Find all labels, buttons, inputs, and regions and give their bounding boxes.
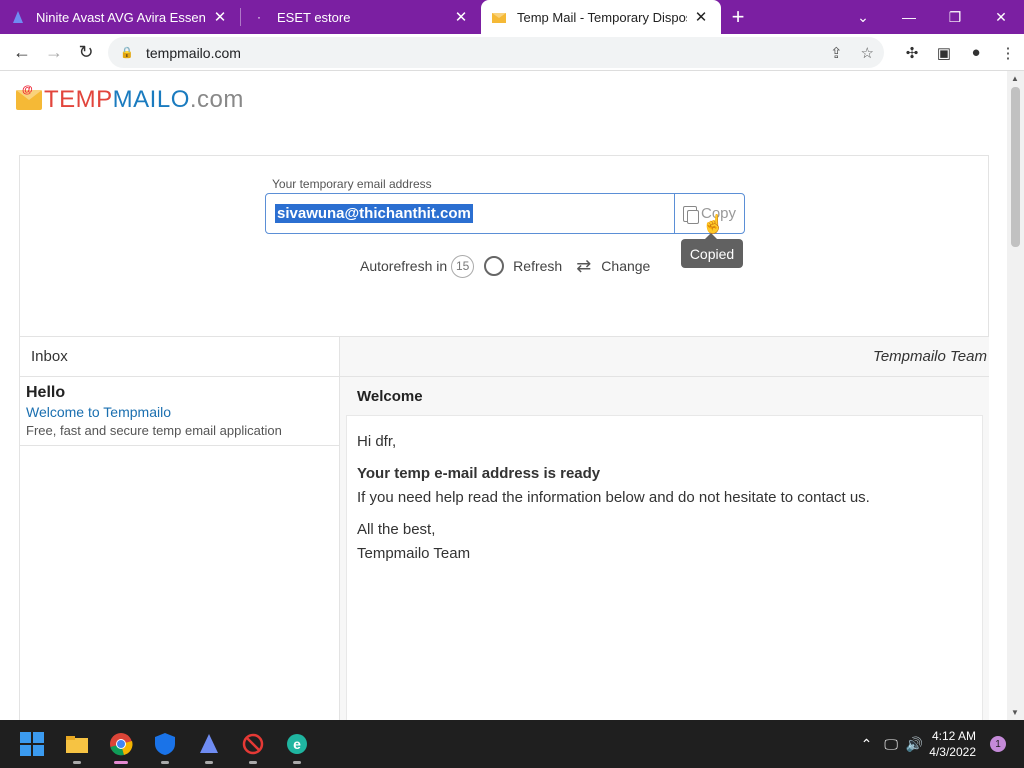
menu-icon[interactable]: ⋮ bbox=[992, 37, 1024, 69]
side-panel-icon[interactable]: ▣ bbox=[928, 37, 960, 69]
copied-tooltip: Copied bbox=[681, 233, 743, 268]
page-scrollbar[interactable]: ▲ ▼ bbox=[1007, 71, 1024, 720]
eset-icon[interactable]: e bbox=[281, 728, 313, 764]
tab-strip: Ninite Avast AVG Avira Essentials ✕ · ES… bbox=[0, 0, 1024, 34]
copy-icon bbox=[682, 205, 699, 224]
autorefresh-counter: 15 bbox=[451, 254, 475, 278]
running-indicator bbox=[161, 761, 169, 764]
clock[interactable]: 4:12 AM 4/3/2022 bbox=[929, 728, 976, 760]
reader-subject: Welcome bbox=[357, 387, 423, 405]
tab-eset[interactable]: · ESET estore ✕ bbox=[241, 0, 481, 34]
refresh-button[interactable]: Refresh bbox=[513, 258, 562, 274]
volume-icon[interactable]: 🔊 bbox=[906, 736, 923, 753]
share-icon[interactable]: ⇪ bbox=[830, 44, 843, 62]
running-indicator bbox=[73, 761, 81, 764]
swap-icon[interactable]: ⇄ bbox=[576, 256, 591, 277]
email-field[interactable]: sivawuna@thichanthit.com Copy bbox=[265, 193, 745, 234]
tempmail-icon bbox=[491, 9, 507, 25]
close-tab-icon[interactable]: ✕ bbox=[210, 8, 230, 26]
minimize-button[interactable]: — bbox=[886, 0, 932, 34]
chevron-up-icon[interactable]: ⌃ bbox=[861, 736, 873, 753]
envelope-icon: @ bbox=[16, 84, 42, 110]
address-bar[interactable]: 🔒 tempmailo.com ⇪ ☆ bbox=[108, 37, 884, 68]
svg-text:e: e bbox=[293, 736, 301, 752]
running-indicator bbox=[114, 761, 128, 764]
clock-date: 4/3/2022 bbox=[929, 745, 976, 759]
change-button[interactable]: Change bbox=[601, 258, 650, 274]
message-preview: Free, fast and secure temp email applica… bbox=[26, 423, 282, 438]
url-text: tempmailo.com bbox=[146, 44, 241, 61]
ninite-icon bbox=[10, 9, 26, 25]
message-from: Hello bbox=[26, 384, 66, 401]
message-subject: Welcome to Tempmailo bbox=[26, 404, 171, 420]
scroll-down-icon[interactable]: ▼ bbox=[1011, 708, 1019, 717]
running-indicator bbox=[249, 761, 257, 764]
site-logo[interactable]: @ TEMP MAILO .com bbox=[16, 84, 244, 115]
reload-button[interactable]: ↻ bbox=[70, 36, 102, 68]
web-page: @ TEMP MAILO .com Your temporary email add… bbox=[0, 71, 1007, 720]
message-reader: Tempmailo Team Welcome Hi dfr, Your temp… bbox=[340, 336, 989, 720]
back-button[interactable]: ← bbox=[6, 36, 38, 68]
blocked-app-icon[interactable] bbox=[237, 728, 269, 764]
system-tray: ⌃ 🖵 🔊 4:12 AM 4/3/2022 1 bbox=[861, 720, 1024, 768]
profile-icon[interactable]: ● bbox=[960, 37, 992, 69]
bookmark-star-icon[interactable]: ☆ bbox=[861, 44, 874, 62]
body-line: If you need help read the information be… bbox=[357, 489, 870, 506]
tab-ninite[interactable]: Ninite Avast AVG Avira Essentials ✕ bbox=[0, 0, 240, 34]
lock-icon: 🔒 bbox=[120, 47, 134, 59]
taskbar: e ⌃ 🖵 🔊 4:12 AM 4/3/2022 1 bbox=[0, 720, 1024, 768]
clock-time: 4:12 AM bbox=[931, 729, 976, 743]
close-tab-icon[interactable]: ✕ bbox=[691, 8, 711, 26]
logo-part: .com bbox=[189, 86, 244, 113]
extensions-icon[interactable]: ✣ bbox=[896, 37, 928, 69]
refresh-icon[interactable] bbox=[484, 256, 505, 276]
forward-button[interactable]: → bbox=[38, 36, 70, 68]
network-icon[interactable]: 🖵 bbox=[884, 736, 898, 753]
file-explorer-icon[interactable] bbox=[61, 728, 93, 764]
close-tab-icon[interactable]: ✕ bbox=[451, 8, 471, 26]
running-indicator bbox=[293, 761, 301, 764]
inbox-controls: Autorefresh in 15 Refresh ⇄ Change bbox=[360, 254, 650, 278]
body-heading: Your temp e-mail address is ready bbox=[357, 465, 601, 482]
security-shield-icon[interactable] bbox=[149, 728, 181, 764]
inbox-header: Inbox bbox=[20, 337, 339, 377]
logo-part: TEMP bbox=[44, 86, 113, 113]
browser-toolbar: ← → ↻ 🔒 tempmailo.com ⇪ ☆ ✣ ▣ ● ⋮ bbox=[0, 34, 1024, 71]
list-item[interactable]: Hello Welcome to Tempmailo Free, fast an… bbox=[20, 377, 339, 446]
autorefresh-label: Autorefresh in bbox=[360, 258, 448, 274]
scroll-up-icon[interactable]: ▲ bbox=[1011, 74, 1019, 83]
new-tab-button[interactable]: + bbox=[721, 0, 755, 34]
tab-tempmail[interactable]: Temp Mail - Temporary Disposab ✕ bbox=[481, 0, 721, 34]
ninite-app-icon[interactable] bbox=[193, 728, 225, 764]
body-greeting: Hi dfr, bbox=[357, 433, 397, 450]
logo-part: MAILO bbox=[112, 86, 190, 113]
tab-title: ESET estore bbox=[277, 9, 351, 25]
loading-icon: · bbox=[257, 10, 261, 24]
chrome-icon[interactable] bbox=[105, 728, 137, 764]
window-controls: ⌄ — ❐ ✕ bbox=[840, 0, 1024, 34]
body-signature: Tempmailo Team bbox=[357, 545, 471, 562]
start-icon[interactable] bbox=[16, 728, 48, 760]
reader-from: Tempmailo Team bbox=[340, 337, 989, 377]
tab-title: Ninite Avast AVG Avira Essentials bbox=[36, 9, 206, 25]
tab-search-icon[interactable]: ⌄ bbox=[840, 0, 886, 34]
running-indicator bbox=[205, 761, 213, 764]
scroll-thumb[interactable] bbox=[1011, 87, 1020, 247]
email-label: Your temporary email address bbox=[272, 177, 432, 191]
body-signoff: All the best, bbox=[357, 521, 436, 538]
close-window-button[interactable]: ✕ bbox=[978, 0, 1024, 34]
mail-card: Your temporary email address sivawuna@th… bbox=[19, 155, 989, 720]
tab-title: Temp Mail - Temporary Disposab bbox=[517, 9, 687, 25]
inbox-panel: Inbox Hello Welcome to Tempmailo Free, f… bbox=[20, 336, 340, 720]
message-body: Hi dfr, Your temp e-mail address is read… bbox=[346, 415, 983, 720]
email-address[interactable]: sivawuna@thichanthit.com bbox=[275, 204, 473, 223]
notification-badge[interactable]: 1 bbox=[990, 736, 1006, 752]
hand-cursor-icon: ☝ bbox=[702, 214, 725, 234]
restore-button[interactable]: ❐ bbox=[932, 0, 978, 34]
